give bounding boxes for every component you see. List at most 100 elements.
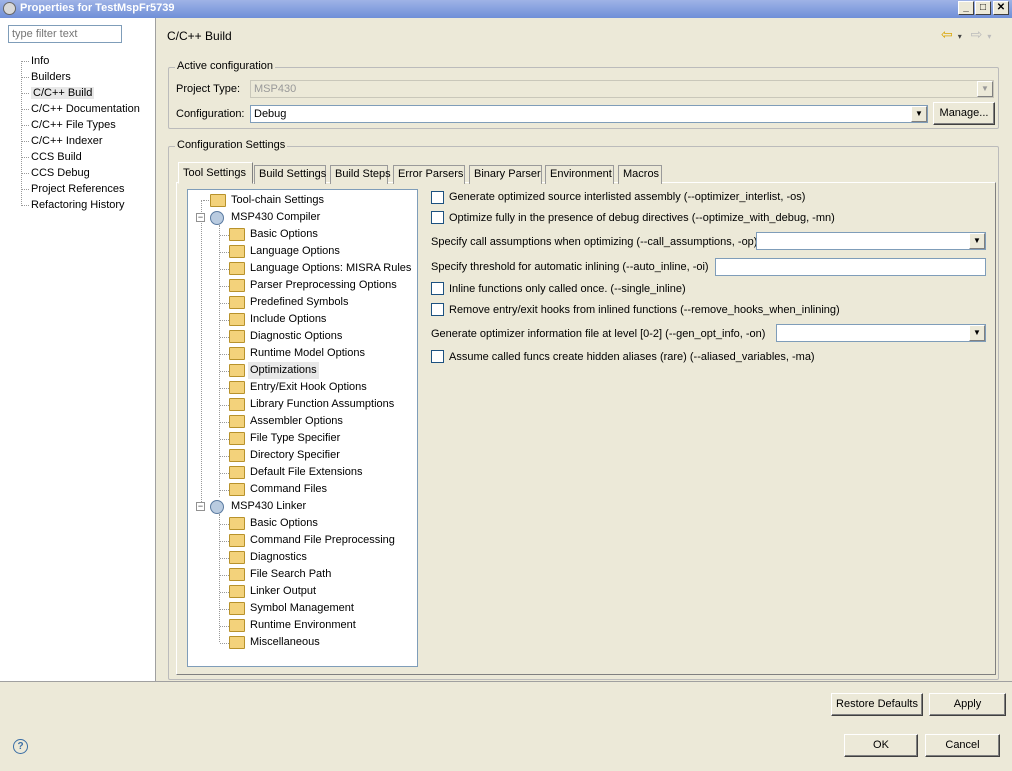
- sidebar-item-cpp-build[interactable]: C/C++ Build: [18, 85, 140, 101]
- tree-item-label: Command Files: [250, 483, 328, 495]
- folder-icon: [229, 245, 245, 258]
- sidebar-item-ccs-build[interactable]: CCS Build: [18, 149, 140, 165]
- tree-connector: [220, 235, 229, 236]
- tree-item-label: Symbol Management: [250, 602, 354, 614]
- tab-error-parsers[interactable]: Error Parsers: [393, 165, 465, 184]
- sidebar-item-refactoring-history[interactable]: Refactoring History: [18, 197, 140, 213]
- tree-item-label: Diagnostic Options: [250, 330, 343, 342]
- tab-binary-parser[interactable]: Binary Parser: [469, 165, 542, 184]
- sidebar-item-label: Project References: [31, 183, 125, 195]
- page-nav: ⇦ ▾ ⇨ ▾: [936, 26, 1000, 43]
- call-assumptions-label: Specify call assumptions when optimizing…: [431, 236, 758, 248]
- folder-icon: [229, 534, 245, 547]
- tree-connector: [201, 200, 202, 506]
- interlist-label: Generate optimized source interlisted as…: [449, 191, 806, 203]
- folder-icon: [229, 449, 245, 462]
- sidebar-item-cpp-documentation[interactable]: C/C++ Documentation: [18, 101, 140, 117]
- project-type-value: MSP430: [254, 83, 297, 95]
- chevron-down-icon[interactable]: ▼: [969, 325, 985, 341]
- tree-item-label: Default File Extensions: [250, 466, 363, 478]
- tree-connector: [220, 626, 229, 627]
- sidebar-item-info[interactable]: Info: [18, 53, 140, 69]
- forward-arrow-icon[interactable]: ⇨: [971, 26, 983, 42]
- tree-item-label: Language Options: MISRA Rules: [250, 262, 412, 274]
- tree-connector: [220, 592, 229, 593]
- sidebar-item-project-references[interactable]: Project References: [18, 181, 140, 197]
- help-icon[interactable]: ?: [13, 739, 28, 754]
- configuration-value: Debug: [254, 108, 287, 120]
- tab-macros[interactable]: Macros: [618, 165, 662, 184]
- sidebar-item-label: CCS Debug: [31, 167, 90, 179]
- gear-icon: [210, 500, 224, 514]
- chevron-down-icon[interactable]: ▼: [969, 233, 985, 249]
- sidebar-item-label: Builders: [31, 71, 71, 83]
- tree-item-label: Basic Options: [250, 517, 318, 529]
- folder-icon: [229, 279, 245, 292]
- interlist-checkbox[interactable]: [431, 191, 444, 204]
- tree-item-label: File Type Specifier: [250, 432, 341, 444]
- tree-item-label: Library Function Assumptions: [250, 398, 395, 410]
- aliased-label: Assume called funcs create hidden aliase…: [449, 351, 815, 363]
- tree-item-label: MSP430 Linker: [231, 500, 307, 512]
- optimize-debug-checkbox[interactable]: [431, 211, 444, 224]
- back-arrow-icon[interactable]: ⇦: [941, 26, 953, 42]
- minimize-button[interactable]: _: [958, 1, 974, 15]
- sidebar-item-label: C/C++ Indexer: [31, 135, 103, 147]
- sidebar-item-ccs-debug[interactable]: CCS Debug: [18, 165, 140, 181]
- tree-connector: [220, 405, 229, 406]
- tree-connector: [220, 269, 229, 270]
- filter-input[interactable]: [8, 25, 122, 43]
- aliased-checkbox[interactable]: [431, 350, 444, 363]
- tab-environment[interactable]: Environment: [545, 165, 614, 184]
- tree-connector: [220, 252, 229, 253]
- auto-inline-input[interactable]: [715, 258, 986, 276]
- tree-item-label: Miscellaneous: [250, 636, 320, 648]
- app-icon: [3, 2, 16, 15]
- folder-icon: [210, 194, 226, 207]
- tree-connector: [220, 558, 229, 559]
- tree-item-label: File Search Path: [250, 568, 332, 580]
- single-inline-label: Inline functions only called once. (--si…: [449, 283, 686, 295]
- tab-tool-settings[interactable]: Tool Settings: [178, 162, 253, 184]
- folder-icon: [229, 262, 245, 275]
- sidebar-item-cpp-indexer[interactable]: C/C++ Indexer: [18, 133, 140, 149]
- nav-tree: Info Builders C/C++ Build C/C++ Document…: [18, 53, 140, 213]
- configuration-combo[interactable]: Debug ▼: [250, 105, 928, 123]
- forward-menu-icon[interactable]: ▾: [987, 32, 991, 41]
- tree-item-label: Include Options: [250, 313, 327, 325]
- sidebar-item-cpp-file-types[interactable]: C/C++ File Types: [18, 117, 140, 133]
- restore-defaults-button[interactable]: Restore Defaults: [831, 693, 923, 716]
- call-assumptions-combo[interactable]: ▼: [756, 232, 986, 250]
- tree-connector: [220, 337, 229, 338]
- tab-build-settings[interactable]: Build Settings: [254, 165, 326, 184]
- configuration-settings-legend: Configuration Settings: [175, 139, 288, 151]
- tree-item-label: Directory Specifier: [250, 449, 340, 461]
- project-type-label: Project Type:: [176, 83, 240, 95]
- tree-item-label: Linker Output: [250, 585, 317, 597]
- gen-opt-info-combo[interactable]: ▼: [776, 324, 986, 342]
- close-button[interactable]: ✕: [993, 1, 1009, 15]
- remove-hooks-checkbox[interactable]: [431, 303, 444, 316]
- cancel-button[interactable]: Cancel: [925, 734, 1000, 757]
- sidebar-item-label: C/C++ File Types: [31, 119, 116, 131]
- tree-item-label: Predefined Symbols: [250, 296, 349, 308]
- apply-button[interactable]: Apply: [929, 693, 1006, 716]
- folder-icon: [229, 551, 245, 564]
- sidebar-item-label: C/C++ Documentation: [31, 103, 140, 115]
- folder-icon: [229, 636, 245, 649]
- chevron-down-icon[interactable]: ▼: [911, 106, 927, 122]
- maximize-button[interactable]: □: [975, 1, 991, 15]
- back-menu-icon[interactable]: ▾: [958, 32, 962, 41]
- collapse-linker-toggle[interactable]: −: [196, 502, 205, 511]
- tree-item-label: Basic Options: [250, 228, 318, 240]
- tree-item-label: Diagnostics: [250, 551, 307, 563]
- manage-button[interactable]: Manage...: [933, 102, 995, 125]
- single-inline-checkbox[interactable]: [431, 282, 444, 295]
- collapse-compiler-toggle[interactable]: −: [196, 213, 205, 222]
- tree-connector: [220, 524, 229, 525]
- tree-connector: [220, 575, 229, 576]
- sidebar-item-builders[interactable]: Builders: [18, 69, 140, 85]
- ok-button[interactable]: OK: [844, 734, 918, 757]
- tab-build-steps[interactable]: Build Steps: [330, 165, 391, 184]
- folder-icon: [229, 415, 245, 428]
